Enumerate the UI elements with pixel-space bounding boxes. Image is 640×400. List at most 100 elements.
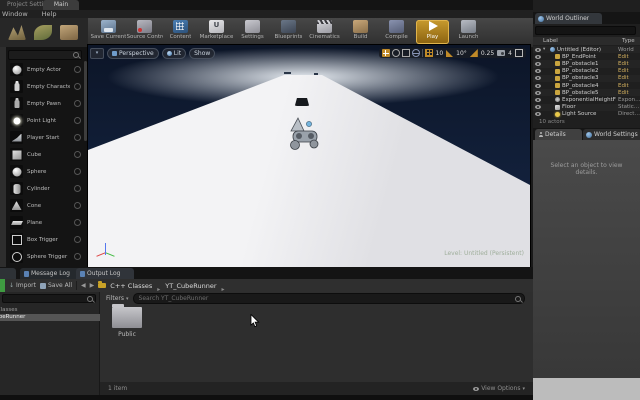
- toolbar-button[interactable]: Compile: [380, 20, 413, 44]
- scale-snap-icon[interactable]: [470, 49, 478, 57]
- actor-type-link[interactable]: Edit: [618, 61, 640, 67]
- geometry-mode-icon[interactable]: [60, 25, 78, 40]
- place-actor-item[interactable]: Empty Actor: [6, 61, 84, 78]
- visibility-eye-icon[interactable]: [535, 62, 541, 66]
- outliner-row[interactable]: Light Source Direct…: [533, 111, 640, 118]
- perspective-dropdown[interactable]: Perspective: [107, 48, 159, 59]
- toolbar-button[interactable]: Settings: [236, 20, 269, 44]
- place-actor-item[interactable]: Plane: [6, 214, 84, 231]
- visibility-eye-icon[interactable]: [535, 91, 541, 95]
- grab-handle-icon[interactable]: [74, 168, 81, 175]
- filters-dropdown[interactable]: Filters: [106, 295, 129, 302]
- tab-output-log[interactable]: Output Log: [76, 268, 134, 279]
- save-all-button[interactable]: Save All: [40, 282, 72, 289]
- outliner-row[interactable]: BP_obstacle5 Edit: [533, 89, 640, 96]
- rotate-tool-icon[interactable]: [392, 49, 400, 57]
- forward-arrow-icon[interactable]: ▶: [90, 279, 95, 292]
- visibility-eye-icon[interactable]: [535, 98, 541, 102]
- tab-world-outliner[interactable]: World Outliner: [535, 13, 602, 24]
- grab-handle-icon[interactable]: [74, 66, 81, 73]
- outliner-row[interactable]: Floor Static…: [533, 104, 640, 111]
- camera-speed-value[interactable]: 4: [507, 50, 513, 57]
- tab-message-log[interactable]: Message Log: [20, 268, 80, 279]
- menu-window[interactable]: Window: [2, 10, 28, 18]
- grab-handle-icon[interactable]: [74, 134, 81, 141]
- breadcrumb-current[interactable]: YT_CubeRunner: [165, 282, 216, 290]
- asset-search-field[interactable]: [133, 293, 525, 304]
- actor-type-link[interactable]: Static…: [618, 104, 640, 110]
- grab-handle-icon[interactable]: [74, 236, 81, 243]
- maximize-viewport-icon[interactable]: [515, 49, 523, 57]
- toolbar-button[interactable]: Play: [416, 20, 449, 44]
- viewport-options-icon[interactable]: ▾: [90, 48, 104, 59]
- grab-handle-icon[interactable]: [74, 83, 81, 90]
- outliner-row[interactable]: ▾ Untitled (Editor) World: [533, 46, 640, 53]
- menu-help[interactable]: Help: [42, 10, 57, 18]
- player-start-marker[interactable]: [286, 115, 324, 155]
- toolbar-button[interactable]: Content: [164, 20, 197, 44]
- grab-handle-icon[interactable]: [74, 202, 81, 209]
- visibility-eye-icon[interactable]: [535, 105, 541, 109]
- endpoint-marker[interactable]: [284, 72, 291, 74]
- show-dropdown[interactable]: Show: [189, 48, 215, 59]
- toolbar-button[interactable]: Marketplace: [200, 20, 233, 44]
- actor-type-link[interactable]: Expon…: [618, 97, 640, 103]
- place-actor-item[interactable]: Sphere Trigger: [6, 248, 84, 265]
- visibility-eye-icon[interactable]: [535, 48, 541, 52]
- tab-details[interactable]: Details: [535, 129, 582, 140]
- actor-type-link[interactable]: World: [618, 47, 640, 53]
- outliner-row[interactable]: BP_EndPoint Edit: [533, 53, 640, 60]
- world-coordinate-icon[interactable]: [412, 49, 420, 57]
- grab-handle-icon[interactable]: [74, 185, 81, 192]
- scale-snap-value[interactable]: 0.25: [480, 50, 495, 57]
- actor-type-link[interactable]: Direct…: [618, 111, 640, 117]
- place-actor-item[interactable]: Cylinder: [6, 180, 84, 197]
- tab-world-settings[interactable]: World Settings: [583, 129, 640, 140]
- grab-handle-icon[interactable]: [74, 219, 81, 226]
- camera-speed-icon[interactable]: [497, 50, 505, 56]
- column-type[interactable]: Type: [622, 38, 636, 44]
- source-folder-row[interactable]: C++ Classes: [0, 306, 100, 314]
- grid-snap-value[interactable]: 10: [435, 50, 445, 57]
- outliner-row[interactable]: ExponentialHeightFog Expon…: [533, 96, 640, 103]
- place-actor-item[interactable]: Sphere: [6, 163, 84, 180]
- asset-folder-name[interactable]: Public: [104, 331, 150, 338]
- modes-scrollbar[interactable]: [84, 61, 87, 141]
- grab-handle-icon[interactable]: [74, 100, 81, 107]
- foliage-mode-icon[interactable]: [34, 25, 52, 40]
- place-actor-item[interactable]: Point Light: [6, 112, 84, 129]
- toolbar-button[interactable]: Cinematics: [308, 20, 341, 44]
- breadcrumb-root[interactable]: C++ Classes: [110, 282, 152, 290]
- place-actor-item[interactable]: Empty Character: [6, 78, 84, 95]
- outliner-row[interactable]: BP_obstacle3 Edit: [533, 75, 640, 82]
- outliner-search-field[interactable]: [535, 26, 636, 35]
- actor-type-link[interactable]: Edit: [618, 75, 640, 81]
- content-browser-assets[interactable]: Filters Public: [100, 292, 533, 382]
- actor-type-link[interactable]: Edit: [618, 90, 640, 96]
- toolbar-button[interactable]: Launch: [452, 20, 485, 44]
- toolbar-button[interactable]: Source Control: [128, 20, 161, 44]
- expander-arrow[interactable]: ▾: [543, 47, 548, 52]
- visibility-eye-icon[interactable]: [535, 69, 541, 73]
- add-new-button[interactable]: [0, 279, 5, 292]
- rotation-snap-icon[interactable]: [446, 50, 453, 57]
- actor-type-link[interactable]: Edit: [618, 68, 640, 74]
- toolbar-button[interactable]: Build: [344, 20, 377, 44]
- outliner-row[interactable]: BP_obstacle4 Edit: [533, 82, 640, 89]
- grab-handle-icon[interactable]: [74, 151, 81, 158]
- back-arrow-icon[interactable]: ◀: [81, 279, 86, 292]
- grab-handle-icon[interactable]: [74, 253, 81, 260]
- grid-snap-icon[interactable]: [425, 49, 433, 57]
- outliner-row[interactable]: BP_obstacle1 Edit: [533, 60, 640, 67]
- tab-content-browser-partial[interactable]: [0, 268, 16, 279]
- modes-search-field[interactable]: [8, 50, 82, 60]
- toolbar-button[interactable]: Blueprints: [272, 20, 305, 44]
- import-button[interactable]: ↓ Import: [9, 282, 36, 289]
- outliner-column-header[interactable]: Label Type: [533, 37, 640, 45]
- sources-search-field[interactable]: [2, 294, 96, 303]
- place-actor-item[interactable]: Cube: [6, 146, 84, 163]
- landscape-mode-icon[interactable]: [8, 25, 26, 40]
- source-folder-row[interactable]: YT_CubeRunner: [0, 314, 100, 322]
- lit-dropdown[interactable]: Lit: [162, 48, 186, 59]
- asset-folder-icon[interactable]: [112, 307, 142, 328]
